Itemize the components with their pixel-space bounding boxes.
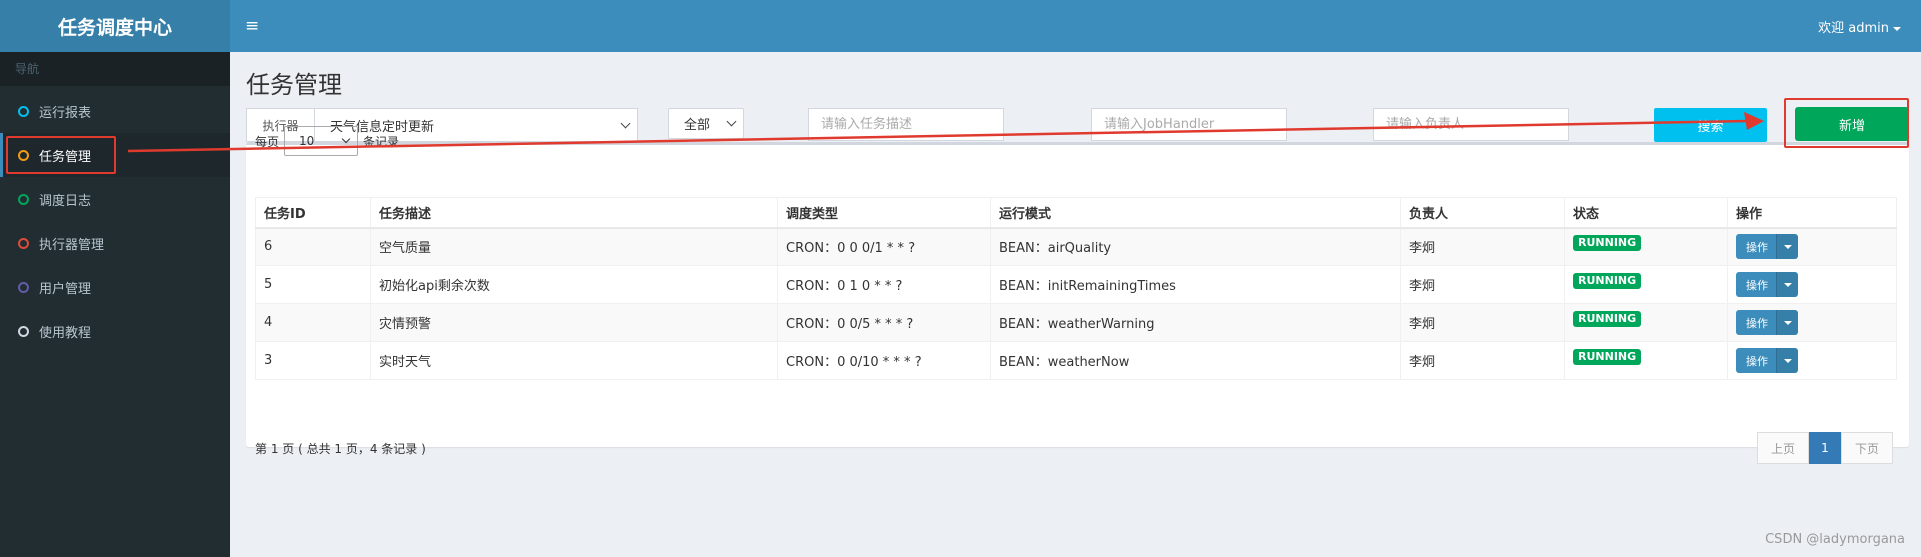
annotation-arrow-line <box>127 119 1749 153</box>
watermark: CSDN @ladymorgana <box>1765 532 1905 547</box>
annotation-arrow-head <box>1744 112 1764 130</box>
annotation-arrow <box>127 112 1764 153</box>
